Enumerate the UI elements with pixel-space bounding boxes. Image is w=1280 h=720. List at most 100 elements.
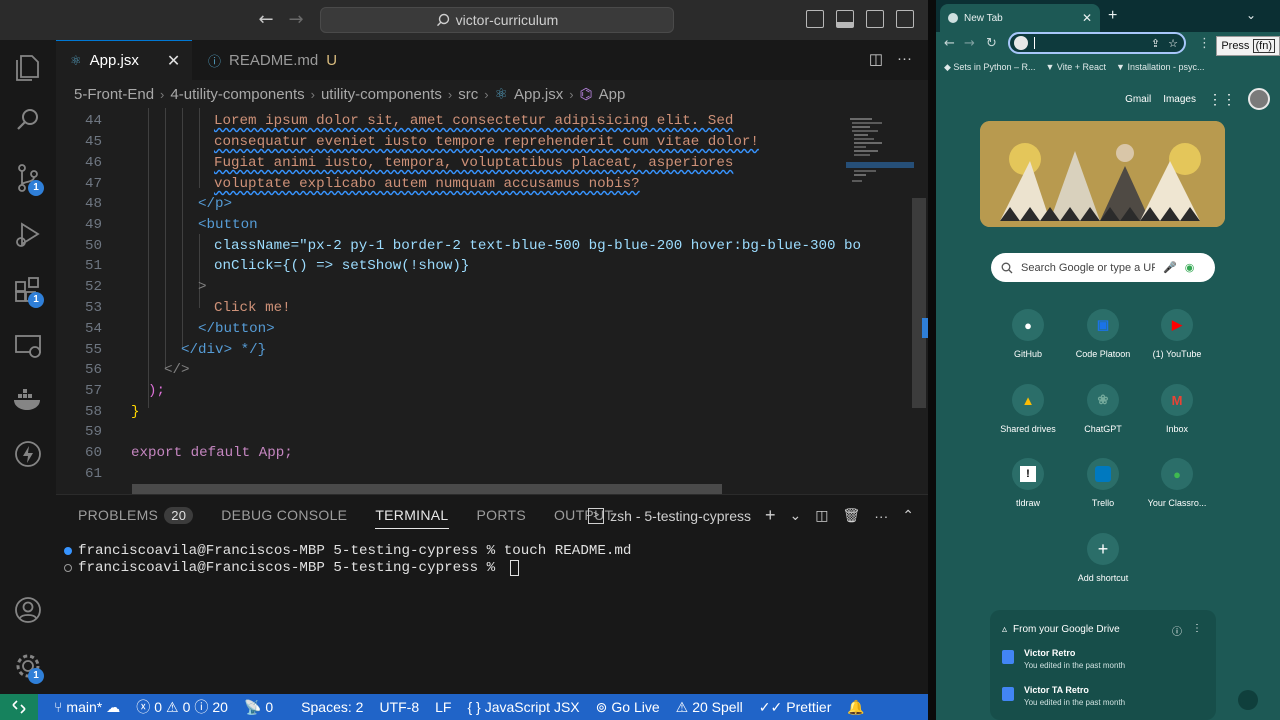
tab-ports[interactable]: PORTS — [477, 507, 526, 529]
problems-status[interactable]: ⓧ 0 ⚠ 0 ⓘ 20 — [136, 697, 228, 717]
remote-explorer-icon[interactable] — [10, 328, 46, 364]
breadcrumb-item[interactable]: App.jsx — [514, 86, 563, 103]
breadcrumb-item[interactable]: utility-components — [321, 86, 442, 103]
extensions-icon[interactable]: ⋮ — [1198, 36, 1211, 51]
toggle-secondary-sidebar-icon[interactable] — [866, 10, 884, 28]
broadcast-icon: ⊚ — [595, 698, 608, 715]
back-arrow-icon[interactable]: ← — [944, 36, 955, 51]
toggle-panel-icon[interactable] — [836, 10, 854, 28]
ports-status[interactable]: 📡 0 — [244, 699, 273, 716]
tab-terminal[interactable]: TERMINAL — [375, 507, 449, 529]
split-editor-icon[interactable]: ◫ — [869, 50, 883, 68]
tab-readme-md[interactable]: ⓘ README.md U — [194, 40, 351, 80]
run-debug-icon[interactable] — [10, 216, 46, 252]
new-tab-plus-icon[interactable]: + — [1108, 7, 1117, 25]
info-icon[interactable]: ⓘ — [1172, 623, 1182, 638]
add-shortcut-button[interactable]: + Add shortcut — [1063, 533, 1143, 583]
horizontal-scrollbar[interactable] — [132, 484, 722, 494]
bookmark-star-icon[interactable]: ☆ — [1168, 37, 1178, 50]
new-terminal-plus-icon[interactable]: + — [765, 505, 776, 526]
spell-status[interactable]: ⚠ 20 Spell — [676, 699, 743, 716]
code-line: 56 </> — [56, 360, 846, 381]
source-control-icon[interactable]: 1 — [10, 160, 46, 196]
prettier-status[interactable]: ✓✓ Prettier — [759, 699, 832, 716]
git-branch[interactable]: ⑂ main* ☁ — [54, 699, 120, 716]
shortcut-youtube[interactable]: ▶ (1) YouTube — [1137, 309, 1217, 359]
bookmark-item[interactable]: ▼ Vite + React — [1045, 62, 1106, 72]
forward-arrow-icon[interactable]: → — [286, 10, 306, 30]
shortcut-code-platoon[interactable]: ▣ Code Platoon — [1063, 309, 1143, 359]
language-mode[interactable]: { } JavaScript JSX — [467, 699, 579, 715]
more-options-icon[interactable]: ⋮ — [1192, 623, 1202, 634]
apps-grid-icon[interactable]: ⋮⋮ — [1208, 91, 1236, 108]
tab-debug-console[interactable]: DEBUG CONSOLE — [221, 507, 347, 529]
code-text: </button> — [198, 321, 275, 337]
go-live-button[interactable]: ⊚ Go Live — [596, 699, 660, 716]
google-doodle[interactable] — [980, 121, 1225, 227]
accounts-icon[interactable] — [10, 592, 46, 628]
breadcrumb-item[interactable]: App — [599, 86, 626, 103]
manage-gear-icon[interactable]: 1 — [10, 648, 46, 684]
google-lens-icon[interactable]: ◉ — [1185, 261, 1195, 274]
explorer-icon[interactable] — [10, 48, 46, 84]
shortcut-chatgpt[interactable]: ❀ ChatGPT — [1063, 384, 1143, 434]
trash-icon[interactable]: 🗑 — [842, 507, 860, 524]
vertical-scrollbar[interactable] — [912, 198, 926, 408]
back-arrow-icon[interactable]: ← — [256, 10, 276, 30]
terminal-line[interactable]: franciscoavila@Franciscos-MBP 5-testing-… — [64, 560, 519, 576]
bookmark-item[interactable]: ▼ Installation - psyc... — [1116, 62, 1204, 72]
tab-problems[interactable]: PROBLEMS 20 — [78, 507, 194, 529]
drive-file-item[interactable]: Victor TA Retro You edited in the past mo… — [1002, 685, 1125, 707]
thunder-client-icon[interactable] — [10, 436, 46, 472]
tldraw-icon: ! — [1012, 458, 1044, 490]
more-actions-icon[interactable]: ··· — [897, 50, 912, 68]
tab-app-jsx[interactable]: ⚛ App.jsx ✕ — [56, 40, 192, 80]
code-editor[interactable]: 44 Lorem ipsum dolor sit, amet consectetu… — [56, 108, 928, 494]
terminal-selector[interactable]: > zsh - 5-testing-cypress — [588, 507, 751, 524]
activity-bar: 1 1 1 — [0, 40, 56, 694]
close-icon[interactable]: ✕ — [1082, 11, 1092, 25]
bookmark-item[interactable]: ◆ Sets in Python – R... — [944, 62, 1035, 73]
address-bar[interactable]: ⇪ ☆ — [1008, 32, 1186, 54]
customize-layout-icon[interactable] — [896, 10, 914, 28]
indentation-status[interactable]: Spaces: 2 — [301, 699, 363, 715]
command-center[interactable]: victor-curriculum — [320, 7, 674, 33]
gmail-icon: M — [1161, 384, 1193, 416]
shortcut-tldraw[interactable]: ! tldraw — [988, 458, 1068, 508]
shortcut-github[interactable]: ● GitHub — [988, 309, 1068, 359]
images-link[interactable]: Images — [1163, 94, 1196, 105]
notifications-bell-icon[interactable]: 🔔 — [847, 699, 864, 716]
customize-chrome-pencil-icon[interactable] — [1238, 690, 1258, 710]
shortcut-trello[interactable]: Trello — [1063, 458, 1143, 508]
avatar[interactable] — [1248, 88, 1270, 110]
shortcut-your-classroom[interactable]: ● Your Classro... — [1137, 458, 1217, 508]
more-actions-icon[interactable]: ··· — [874, 508, 888, 524]
chrome-tab-new-tab[interactable]: New Tab ✕ — [940, 4, 1100, 32]
tab-search-chevron-icon[interactable]: ⌄ — [1246, 8, 1256, 22]
encoding-status[interactable]: UTF-8 — [379, 699, 419, 715]
chevron-up-icon[interactable]: ⌃ — [902, 507, 914, 524]
breadcrumb-item[interactable]: 5-Front-End — [74, 86, 154, 103]
code-text: onClick={() => setShow(!show)} — [214, 258, 470, 274]
drive-file-item[interactable]: Victor Retro You edited in the past month — [1002, 648, 1125, 670]
extensions-icon[interactable]: 1 — [10, 272, 46, 308]
shortcut-inbox[interactable]: M Inbox — [1137, 384, 1217, 434]
minimap[interactable] — [846, 108, 914, 494]
remote-indicator-icon[interactable] — [0, 694, 38, 720]
docker-icon[interactable] — [10, 382, 46, 418]
eol-status[interactable]: LF — [435, 699, 451, 715]
close-icon[interactable]: ✕ — [167, 51, 180, 70]
microphone-icon[interactable]: 🎤 — [1163, 261, 1177, 274]
forward-arrow-icon[interactable]: → — [964, 36, 975, 51]
split-terminal-icon[interactable]: ◫ — [815, 507, 828, 524]
share-icon[interactable]: ⇪ — [1151, 37, 1160, 50]
breadcrumb-item[interactable]: 4-utility-components — [170, 86, 304, 103]
breadcrumb-item[interactable]: src — [458, 86, 478, 103]
chevron-down-icon[interactable]: ⌄ — [790, 507, 802, 524]
gmail-link[interactable]: Gmail — [1125, 94, 1151, 105]
toggle-primary-sidebar-icon[interactable] — [806, 10, 824, 28]
search-icon[interactable] — [10, 102, 46, 138]
reload-icon[interactable]: ↻ — [986, 36, 997, 51]
google-search-box[interactable]: Search Google or type a URL 🎤 ◉ — [991, 253, 1215, 282]
shortcut-shared-drives[interactable]: ▲ Shared drives — [988, 384, 1068, 434]
